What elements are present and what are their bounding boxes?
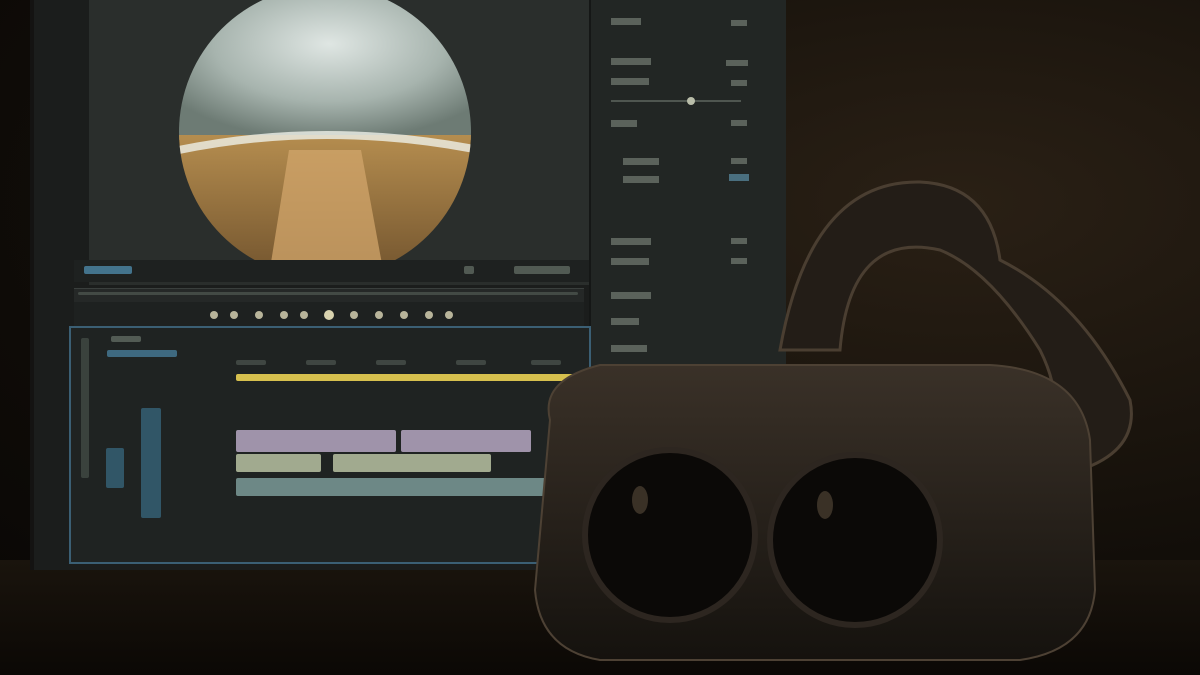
control-dot	[280, 311, 288, 319]
track-header	[141, 408, 161, 518]
audio-clip[interactable]	[401, 430, 531, 452]
transport-controls	[74, 302, 584, 328]
control-dot	[255, 311, 263, 319]
control-dot	[210, 311, 218, 319]
scrub-bar[interactable]	[74, 288, 584, 303]
control-dot	[425, 311, 433, 319]
control-dot	[230, 311, 238, 319]
left-lens	[582, 447, 758, 623]
control-dot	[400, 311, 408, 319]
photo-scene	[0, 0, 1200, 675]
fisheye-frame	[179, 0, 471, 278]
video-clip[interactable]	[236, 454, 321, 472]
video-preview	[89, 0, 589, 285]
track-clip[interactable]	[236, 478, 548, 496]
slider-track	[611, 100, 741, 102]
control-dot	[350, 311, 358, 319]
timeline-panel	[69, 326, 591, 564]
play-icon	[324, 310, 334, 320]
track-header	[106, 448, 124, 488]
viewer-toolbar	[74, 260, 589, 282]
video-clip[interactable]	[333, 454, 491, 472]
control-dot	[445, 311, 453, 319]
vr-headset-icon	[533, 180, 1133, 661]
audio-clip[interactable]	[236, 430, 396, 452]
sky-region	[179, 0, 471, 140]
right-lens	[767, 452, 943, 628]
slider-handle	[687, 97, 695, 105]
control-dot	[300, 311, 308, 319]
control-dot	[375, 311, 383, 319]
